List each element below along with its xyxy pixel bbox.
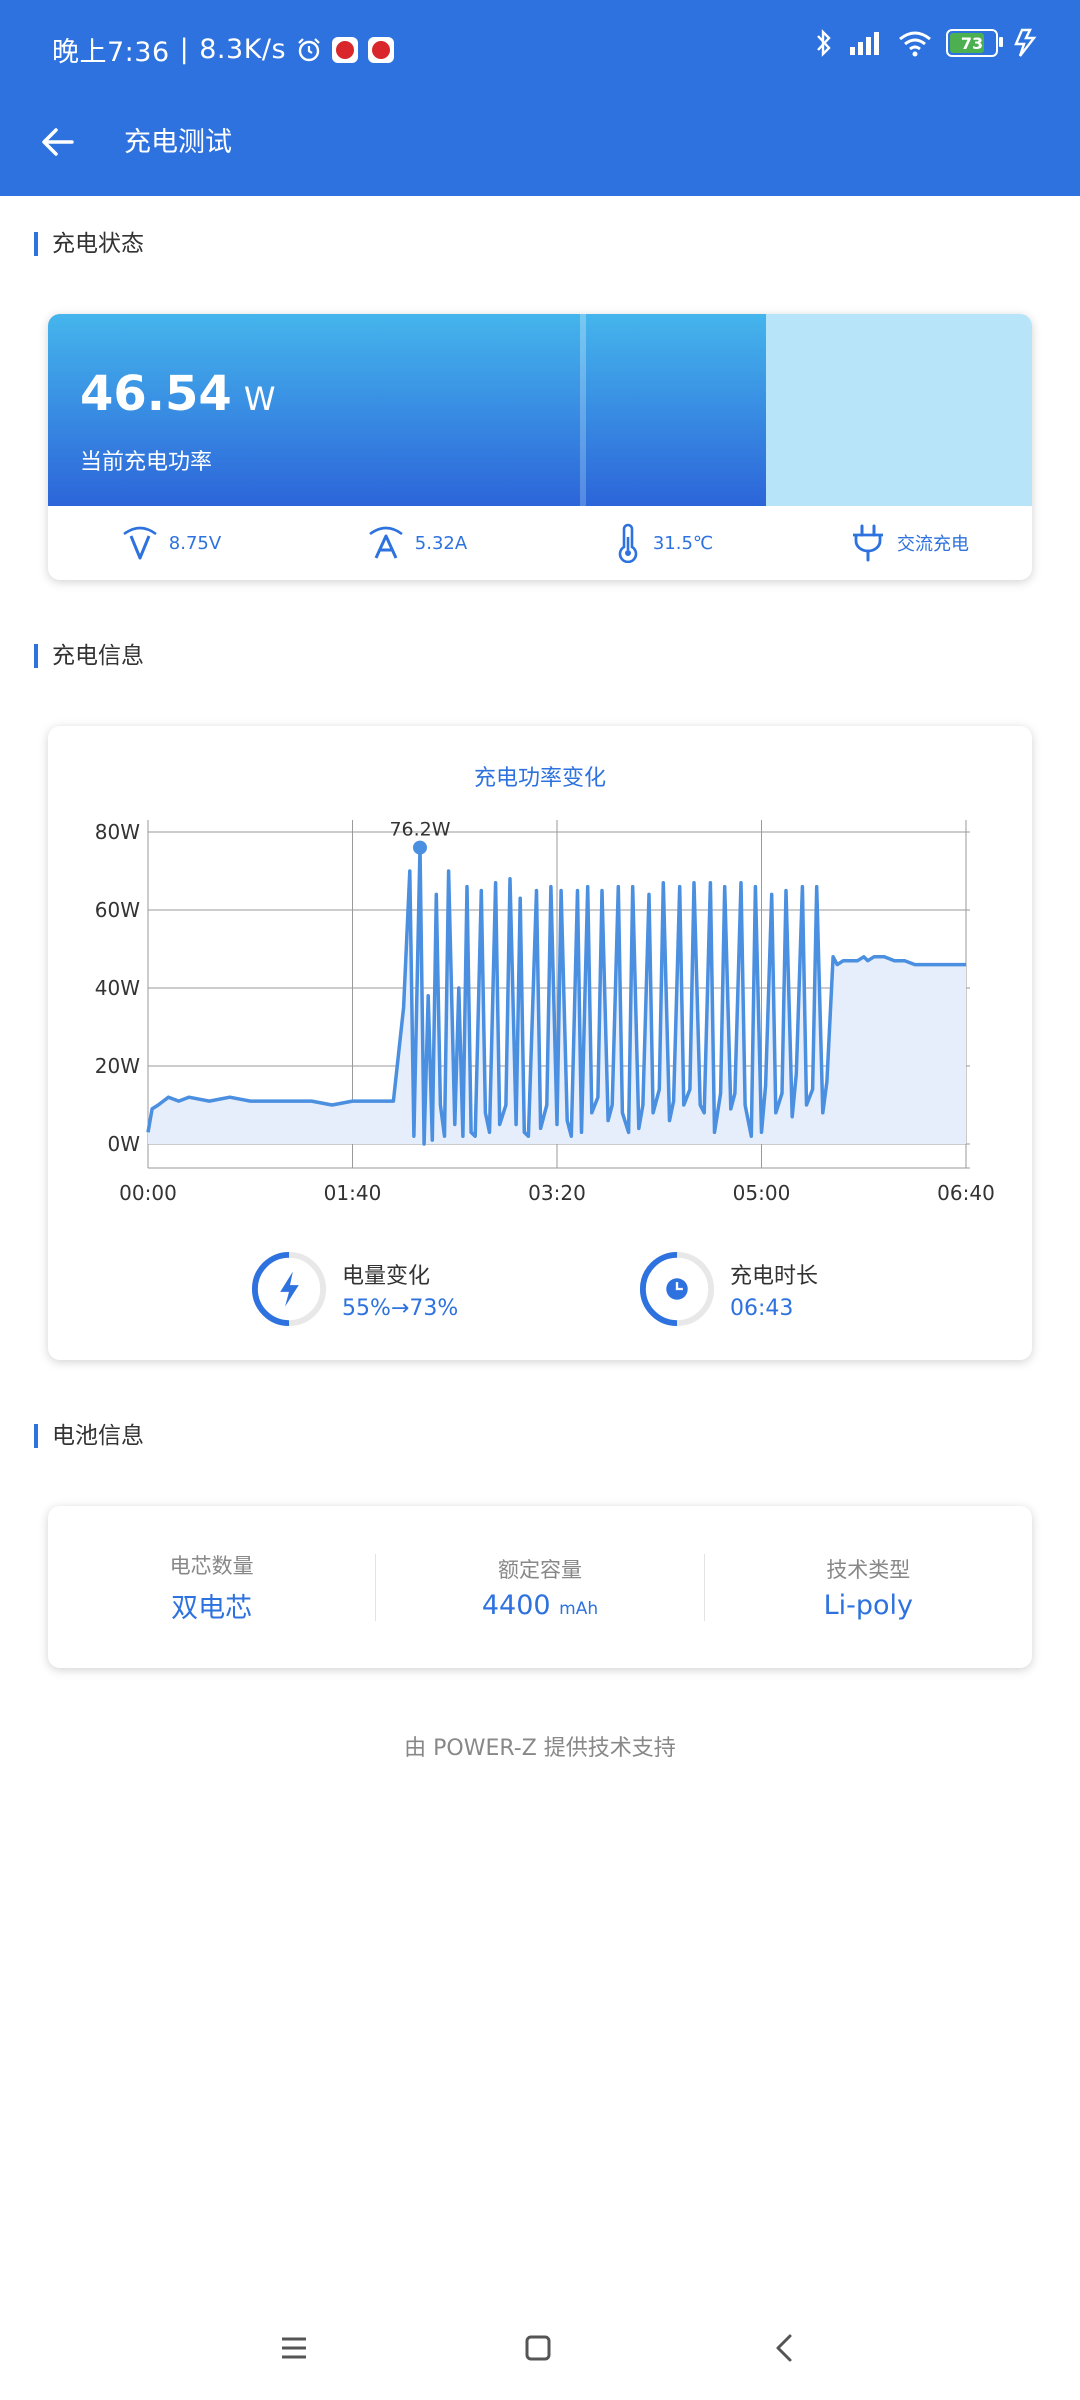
power-label: 当前充电功率 — [80, 450, 213, 475]
footer-credit: 由 POWER-Z 提供技术支持 — [404, 1736, 676, 1761]
stat-capacity-change: 电量变化 55%→73% — [250, 1250, 458, 1328]
y-tick-label: 40W — [95, 976, 140, 1000]
metric-temperature: 31.5℃ — [540, 523, 786, 563]
battery-info-card: 电芯数量 双电芯 额定容量 4400 mAh 技术类型 Li-poly — [48, 1506, 1032, 1668]
power-hero: 46.54 W 当前充电功率 — [48, 314, 1032, 506]
power-unit: W — [243, 380, 276, 418]
wifi-icon — [899, 31, 931, 57]
capacity-unit: mAh — [559, 1598, 599, 1619]
clock-ring-icon — [639, 1251, 715, 1327]
section-title-charge-info: 充电信息 — [34, 644, 144, 668]
battery-indicator: 73 — [946, 29, 1003, 57]
x-tick-label: 03:20 — [528, 1181, 586, 1205]
system-nav-bar — [0, 2310, 1080, 2380]
tech-label: 技术类型 — [826, 1557, 911, 1582]
cells-value: 双电芯 — [171, 1592, 253, 1624]
voltage-icon — [123, 526, 157, 560]
metric-current: 5.32A — [294, 524, 540, 562]
temperature-value: 31.5℃ — [652, 532, 714, 554]
x-tick-label: 00:00 — [119, 1181, 177, 1205]
peak-point — [412, 840, 427, 855]
back-button[interactable] — [30, 114, 86, 170]
section-title-battery-info: 电池信息 — [34, 1424, 144, 1448]
x-tick-label: 06:40 — [937, 1181, 995, 1205]
lightning-ring-icon — [251, 1251, 327, 1327]
stat-duration: 充电时长 06:43 — [638, 1250, 818, 1328]
chart-stats: 电量变化 55%→73% 充电时长 06:43 — [48, 1250, 1032, 1330]
current-value: 5.32A — [414, 532, 468, 554]
cells-label: 电芯数量 — [169, 1553, 254, 1578]
x-tick-label: 05:00 — [733, 1181, 791, 1205]
section-title-charge-status: 充电状态 — [34, 232, 144, 256]
capacity-value-display: 4400 mAh — [376, 1590, 703, 1621]
info-capacity: 额定容量 4400 mAh — [375, 1553, 703, 1621]
thermometer-icon — [618, 523, 638, 563]
bluetooth-icon — [817, 29, 831, 57]
y-tick-label: 80W — [95, 820, 140, 844]
toolbar: 充电测试 — [0, 96, 1080, 196]
power-value-display: 46.54 W — [80, 366, 275, 422]
metrics-row: 8.75V 5.32A 31.5℃ 交流充电 — [48, 506, 1032, 580]
x-tick-label: 01:40 — [324, 1181, 382, 1205]
charge-mode-value: 交流充电 — [897, 534, 969, 555]
capacity-change-label: 电量变化 — [342, 1263, 431, 1289]
alarm-icon — [298, 37, 320, 61]
chart-card: 充电功率变化 0W 20W 40W 60W 80W 00:00 01:40 03:20 05:0… — [48, 726, 1032, 1360]
recents-button[interactable] — [274, 2328, 314, 2368]
notification-app-icon — [368, 36, 395, 63]
y-tick-label: 20W — [95, 1054, 140, 1078]
status-net-speed: 8.3K/s — [199, 34, 287, 65]
power-chart: 0W 20W 40W 60W 80W 00:00 01:40 03:20 05:00 06:40 7… — [95, 819, 995, 1205]
home-button[interactable] — [518, 2328, 558, 2368]
signal-icon — [850, 32, 879, 55]
home-square-icon — [525, 2335, 551, 2361]
battery-percent: 73 — [960, 33, 984, 53]
metric-charge-mode: 交流充电 — [786, 523, 1032, 563]
power-value: 46.54 — [80, 366, 232, 422]
info-cells: 电芯数量 双电芯 — [48, 1550, 375, 1625]
duration-label: 充电时长 — [730, 1263, 819, 1289]
status-right: 73 — [814, 28, 1040, 58]
menu-icon — [282, 2337, 306, 2359]
y-tick-label: 0W — [108, 1132, 141, 1156]
current-icon — [369, 526, 403, 559]
capacity-value: 4400 — [481, 1589, 551, 1621]
tech-value: Li-poly — [823, 1589, 914, 1621]
status-time: 晚上7:36 — [52, 37, 170, 68]
status-bar: 晚上7:36 | 8.3K/s 73 — [0, 0, 1080, 96]
duration-value: 06:43 — [730, 1295, 794, 1321]
capacity-change-value: 55%→73% — [342, 1295, 459, 1321]
charging-bolt-icon — [1014, 28, 1037, 57]
app-header: 晚上7:36 | 8.3K/s 73 充电测试 — [0, 0, 1080, 196]
status-left: 晚上7:36 | 8.3K/s — [52, 30, 395, 69]
plug-icon — [853, 524, 883, 562]
nav-back-button[interactable] — [764, 2328, 804, 2368]
power-card: 46.54 W 当前充电功率 8.75V 5.32A 31.5℃ 交流充电 — [48, 314, 1032, 580]
chevron-left-icon — [776, 2334, 792, 2362]
voltage-value: 8.75V — [168, 532, 222, 554]
page-title: 充电测试 — [124, 127, 232, 158]
y-tick-label: 60W — [95, 898, 140, 922]
capacity-label: 额定容量 — [497, 1557, 582, 1582]
notification-app-icon — [332, 36, 359, 63]
metric-voltage: 8.75V — [48, 524, 294, 562]
peak-label: 76.2W — [389, 819, 450, 841]
info-tech: 技术类型 Li-poly — [703, 1553, 1032, 1621]
back-arrow-icon — [42, 128, 74, 156]
